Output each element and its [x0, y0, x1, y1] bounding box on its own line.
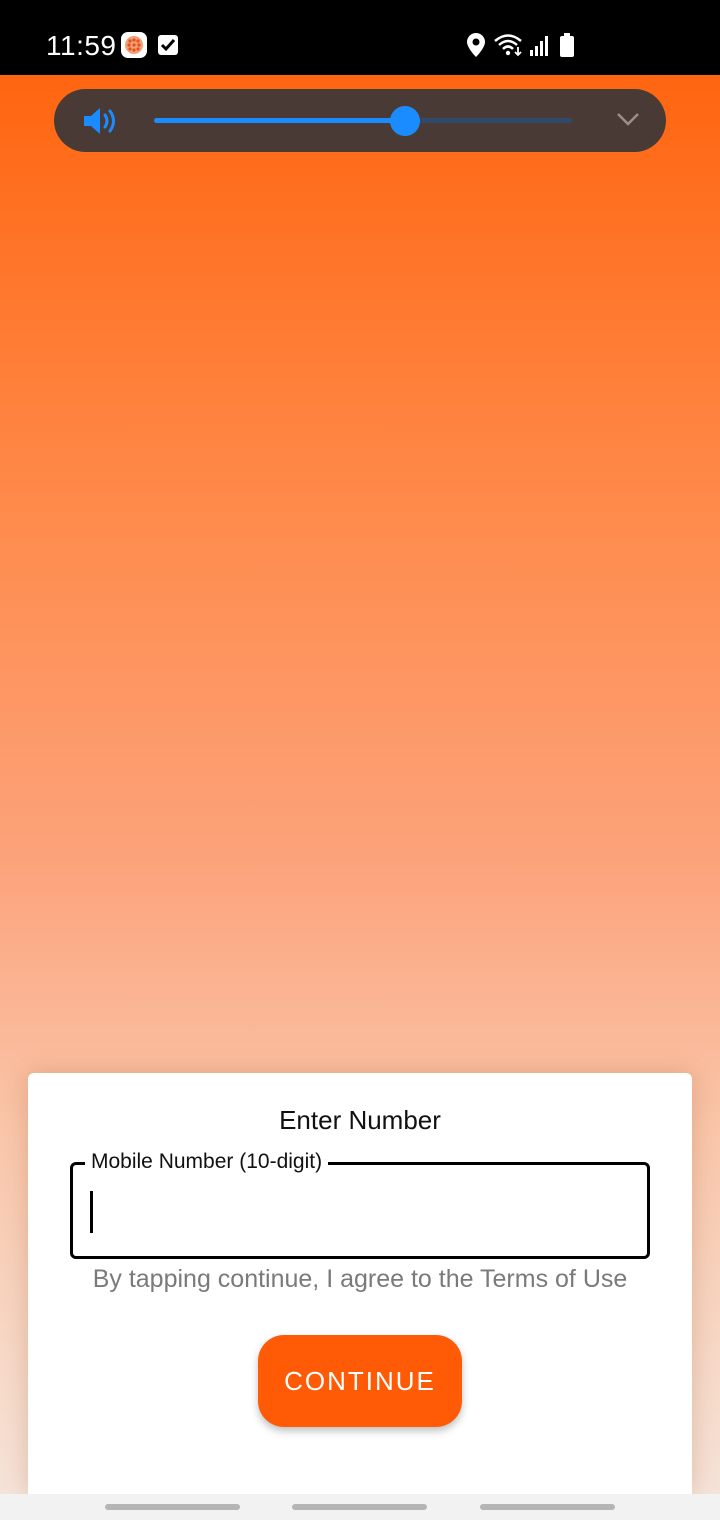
terms-text: By tapping continue, I agree to the Term…: [92, 1265, 628, 1293]
card-title: Enter Number: [279, 1105, 441, 1135]
mobile-number-field[interactable]: Mobile Number (10-digit): [70, 1149, 650, 1259]
signal-icon: [529, 34, 551, 61]
back-button[interactable]: [480, 1504, 615, 1510]
home-button[interactable]: [292, 1504, 427, 1510]
mobile-number-label: Mobile Number (10-digit): [85, 1149, 329, 1175]
status-bar: 11:59: [0, 0, 720, 75]
location-icon: [467, 33, 485, 62]
wifi-icon: [493, 33, 525, 62]
chevron-down-icon[interactable]: [616, 111, 640, 132]
volume-panel: [54, 89, 666, 152]
checkbox-notification-icon: [157, 34, 179, 61]
enter-number-card: Enter Number Mobile Number (10-digit) By…: [28, 1073, 692, 1494]
status-time: 11:59: [46, 30, 117, 61]
volume-slider-fill: [154, 118, 405, 123]
recents-button[interactable]: [105, 1504, 240, 1510]
volume-slider-thumb[interactable]: [389, 106, 420, 136]
speaker-icon[interactable]: [82, 106, 120, 141]
navigation-bar: [0, 1494, 720, 1520]
mobile-number-input[interactable]: [87, 1185, 627, 1233]
app-notification-icon: [121, 32, 147, 63]
text-caret: [90, 1191, 93, 1233]
battery-icon: [559, 33, 575, 62]
continue-button[interactable]: CONTINUE: [258, 1335, 462, 1427]
volume-slider[interactable]: [154, 106, 572, 136]
